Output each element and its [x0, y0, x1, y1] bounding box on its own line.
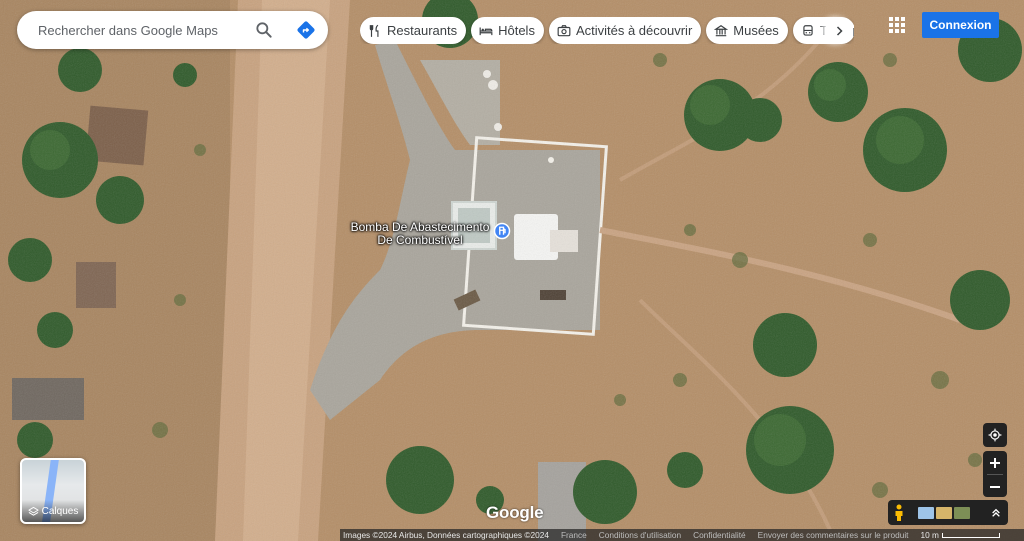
thumbnail-traffic [918, 506, 934, 519]
thumbnail-terrain [936, 506, 952, 519]
search-input[interactable] [36, 21, 255, 39]
chip-hotels[interactable]: Hôtels [471, 17, 544, 44]
chip-museums[interactable]: Musées [706, 17, 788, 44]
bed-icon [479, 27, 493, 35]
minus-icon [990, 485, 1000, 488]
signin-button[interactable]: Connexion [922, 12, 999, 38]
layers-icon [28, 506, 39, 516]
zoom-in-button[interactable] [983, 451, 1007, 474]
fuel-station-pin-icon[interactable] [493, 222, 511, 240]
scale-label: 10 m [920, 530, 939, 540]
feedback-link[interactable]: Envoyer des commentaires sur le produit [758, 530, 909, 540]
expand-controls-button[interactable] [984, 508, 1008, 518]
imagery-attribution: Images ©2024 Airbus, Données cartographi… [343, 530, 549, 540]
layers-caption: Calques [22, 500, 84, 522]
chip-label: Restaurants [387, 23, 458, 38]
chip-restaurants[interactable]: Restaurants [360, 17, 467, 44]
layers-button[interactable]: Calques [20, 458, 86, 524]
layers-label: Calques [41, 505, 79, 517]
search-icon[interactable] [254, 20, 274, 40]
museum-icon [714, 24, 729, 36]
plus-icon [990, 457, 1000, 468]
chip-label: Musées [733, 23, 779, 38]
chevron-right-icon [836, 25, 843, 36]
country-link[interactable]: France [561, 530, 587, 540]
imagery-thumbnails[interactable] [918, 506, 970, 519]
fork-knife-icon [369, 24, 379, 37]
zoom-out-button[interactable] [983, 475, 1007, 498]
search-box[interactable] [17, 11, 328, 49]
bus-icon [803, 24, 813, 36]
street-view-pegman-button[interactable] [888, 500, 910, 525]
map-footer: Images ©2024 Airbus, Données cartographi… [340, 529, 1024, 541]
chip-label: Activités à découvrir [575, 23, 693, 38]
my-location-button[interactable] [983, 423, 1007, 447]
satellite-imagery [0, 0, 1024, 541]
crosshair-icon [988, 428, 1002, 442]
satellite-map[interactable] [0, 0, 1024, 541]
terms-link[interactable]: Conditions d'utilisation [599, 530, 681, 540]
chevron-up-double-icon [992, 508, 1000, 517]
chip-label: Hôtels [498, 23, 535, 38]
zoom-control [983, 451, 1007, 497]
scale-line [941, 532, 1000, 538]
pegman-icon [895, 504, 903, 521]
place-label[interactable]: Bomba De Abastecimento De Combustível [350, 221, 490, 247]
google-apps-button[interactable] [884, 12, 910, 38]
google-logo: Google [486, 503, 544, 522]
directions-icon[interactable] [296, 20, 316, 40]
apps-grid-icon [889, 17, 905, 33]
chips-scroll-next-button[interactable] [825, 17, 853, 44]
thumbnail-satellite [954, 506, 970, 519]
camera-icon [557, 24, 571, 36]
category-chips: Restaurants Hôtels Activités à découvrir… [360, 17, 854, 44]
privacy-link[interactable]: Confidentialité [693, 530, 746, 540]
map-bottom-controls [888, 500, 1008, 525]
scale-bar[interactable]: 10 m [920, 530, 1000, 540]
chip-activities[interactable]: Activités à découvrir [548, 17, 702, 44]
